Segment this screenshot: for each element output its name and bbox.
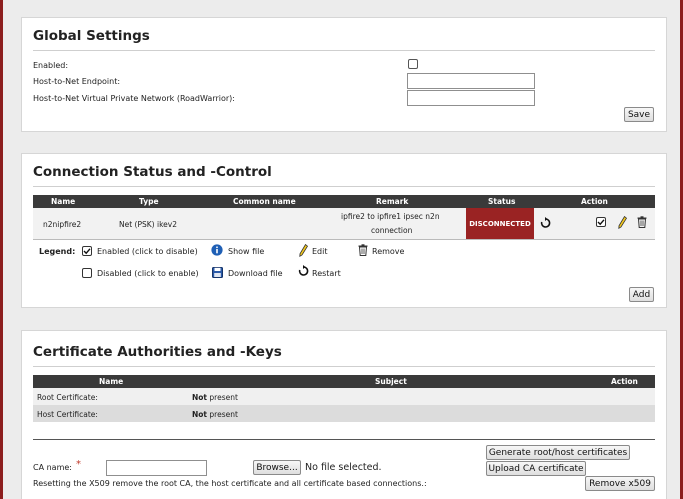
legend-remove: Remove: [372, 247, 405, 256]
vpn-input[interactable]: [407, 90, 535, 106]
status-badge: DISCONNECTED: [466, 208, 534, 239]
global-settings-title: Global Settings: [33, 28, 150, 44]
cert-subject: Not present: [192, 393, 238, 402]
no-file-selected: No file selected.: [305, 462, 382, 473]
row-name: n2nipfire2: [43, 220, 82, 229]
certificates-panel: Certificate Authorities and -Keys Name S…: [21, 330, 667, 499]
global-settings-panel: Global Settings Enabled: Host-to-Net End…: [21, 17, 667, 132]
legend-enabled: Enabled (click to disable): [97, 247, 198, 256]
col-common-name: Common name: [233, 197, 296, 206]
col-status: Status: [488, 197, 516, 206]
certificates-title: Certificate Authorities and -Keys: [33, 344, 282, 360]
connection-title: Connection Status and -Control: [33, 164, 272, 180]
checked-box-icon: [82, 246, 92, 256]
table-row: Root Certificate: Not present: [33, 388, 655, 405]
legend-edit: Edit: [312, 247, 328, 256]
ca-name-input[interactable]: [106, 460, 207, 476]
generate-certificates-button[interactable]: Generate root/host certificates: [486, 445, 630, 460]
reset-note: Resetting the X509 remove the root CA, t…: [33, 479, 427, 488]
required-marker: *: [76, 459, 81, 470]
col-name: Name: [99, 377, 124, 386]
col-type: Type: [139, 197, 159, 206]
divider: [33, 439, 655, 440]
table-row: n2nipfire2 Net (PSK) ikev2 ipfire2 to ip…: [33, 208, 655, 240]
divider: [33, 366, 655, 367]
legend-download-file: Download file: [228, 269, 283, 278]
endpoint-input[interactable]: [407, 73, 535, 89]
cert-subject-bold: Not: [192, 393, 208, 402]
cert-subject: Not present: [192, 410, 238, 419]
unchecked-box-icon: [82, 268, 92, 278]
ca-name-label: CA name:: [33, 463, 72, 472]
legend-restart: Restart: [312, 269, 341, 278]
col-action: Action: [611, 377, 638, 386]
floppy-disk-icon: [212, 267, 223, 278]
col-subject: Subject: [375, 377, 407, 386]
table-row: Host Certificate: Not present: [33, 405, 655, 422]
restart-icon[interactable]: [539, 216, 551, 230]
cert-name: Root Certificate:: [37, 393, 98, 402]
divider: [33, 186, 655, 187]
row-remark-line2: connection: [371, 226, 413, 235]
browse-button[interactable]: Browse...: [253, 460, 301, 475]
trash-icon: [357, 243, 368, 256]
remove-icon[interactable]: [636, 215, 647, 229]
cert-subject-rest: present: [207, 393, 238, 402]
cert-name: Host Certificate:: [37, 410, 98, 419]
connection-table-header: Name Type Common name Remark Status Acti…: [33, 195, 655, 208]
cert-table-header: Name Subject Action: [33, 375, 655, 388]
pencil-icon: [298, 243, 308, 257]
restart-icon: [297, 265, 309, 277]
cert-subject-bold: Not: [192, 410, 208, 419]
divider: [33, 50, 655, 51]
endpoint-label: Host-to-Net Endpoint:: [33, 77, 121, 86]
row-remark-line1: ipfire2 to ipfire1 ipsec n2n: [341, 212, 440, 221]
col-action: Action: [581, 197, 608, 206]
save-button[interactable]: Save: [624, 107, 654, 122]
col-name: Name: [51, 197, 76, 206]
legend-show-file: Show file: [228, 247, 265, 256]
connection-panel: Connection Status and -Control Name Type…: [21, 153, 667, 308]
add-button[interactable]: Add: [629, 287, 654, 302]
cert-subject-rest: present: [207, 410, 238, 419]
edit-icon[interactable]: [617, 215, 627, 229]
col-remark: Remark: [376, 197, 409, 206]
legend-disabled: Disabled (click to enable): [97, 269, 199, 278]
row-type: Net (PSK) ikev2: [119, 220, 177, 229]
enabled-checkbox[interactable]: [408, 59, 418, 69]
remove-x509-button[interactable]: Remove x509: [585, 476, 655, 491]
enabled-toggle-icon[interactable]: [596, 217, 606, 227]
enabled-label: Enabled:: [33, 61, 69, 70]
vpn-label: Host-to-Net Virtual Private Network (Roa…: [33, 94, 235, 103]
page-frame: Global Settings Enabled: Host-to-Net End…: [0, 0, 683, 499]
legend-title: Legend:: [39, 247, 76, 256]
upload-ca-certificate-button[interactable]: Upload CA certificate: [486, 461, 586, 476]
info-icon: [211, 244, 223, 256]
